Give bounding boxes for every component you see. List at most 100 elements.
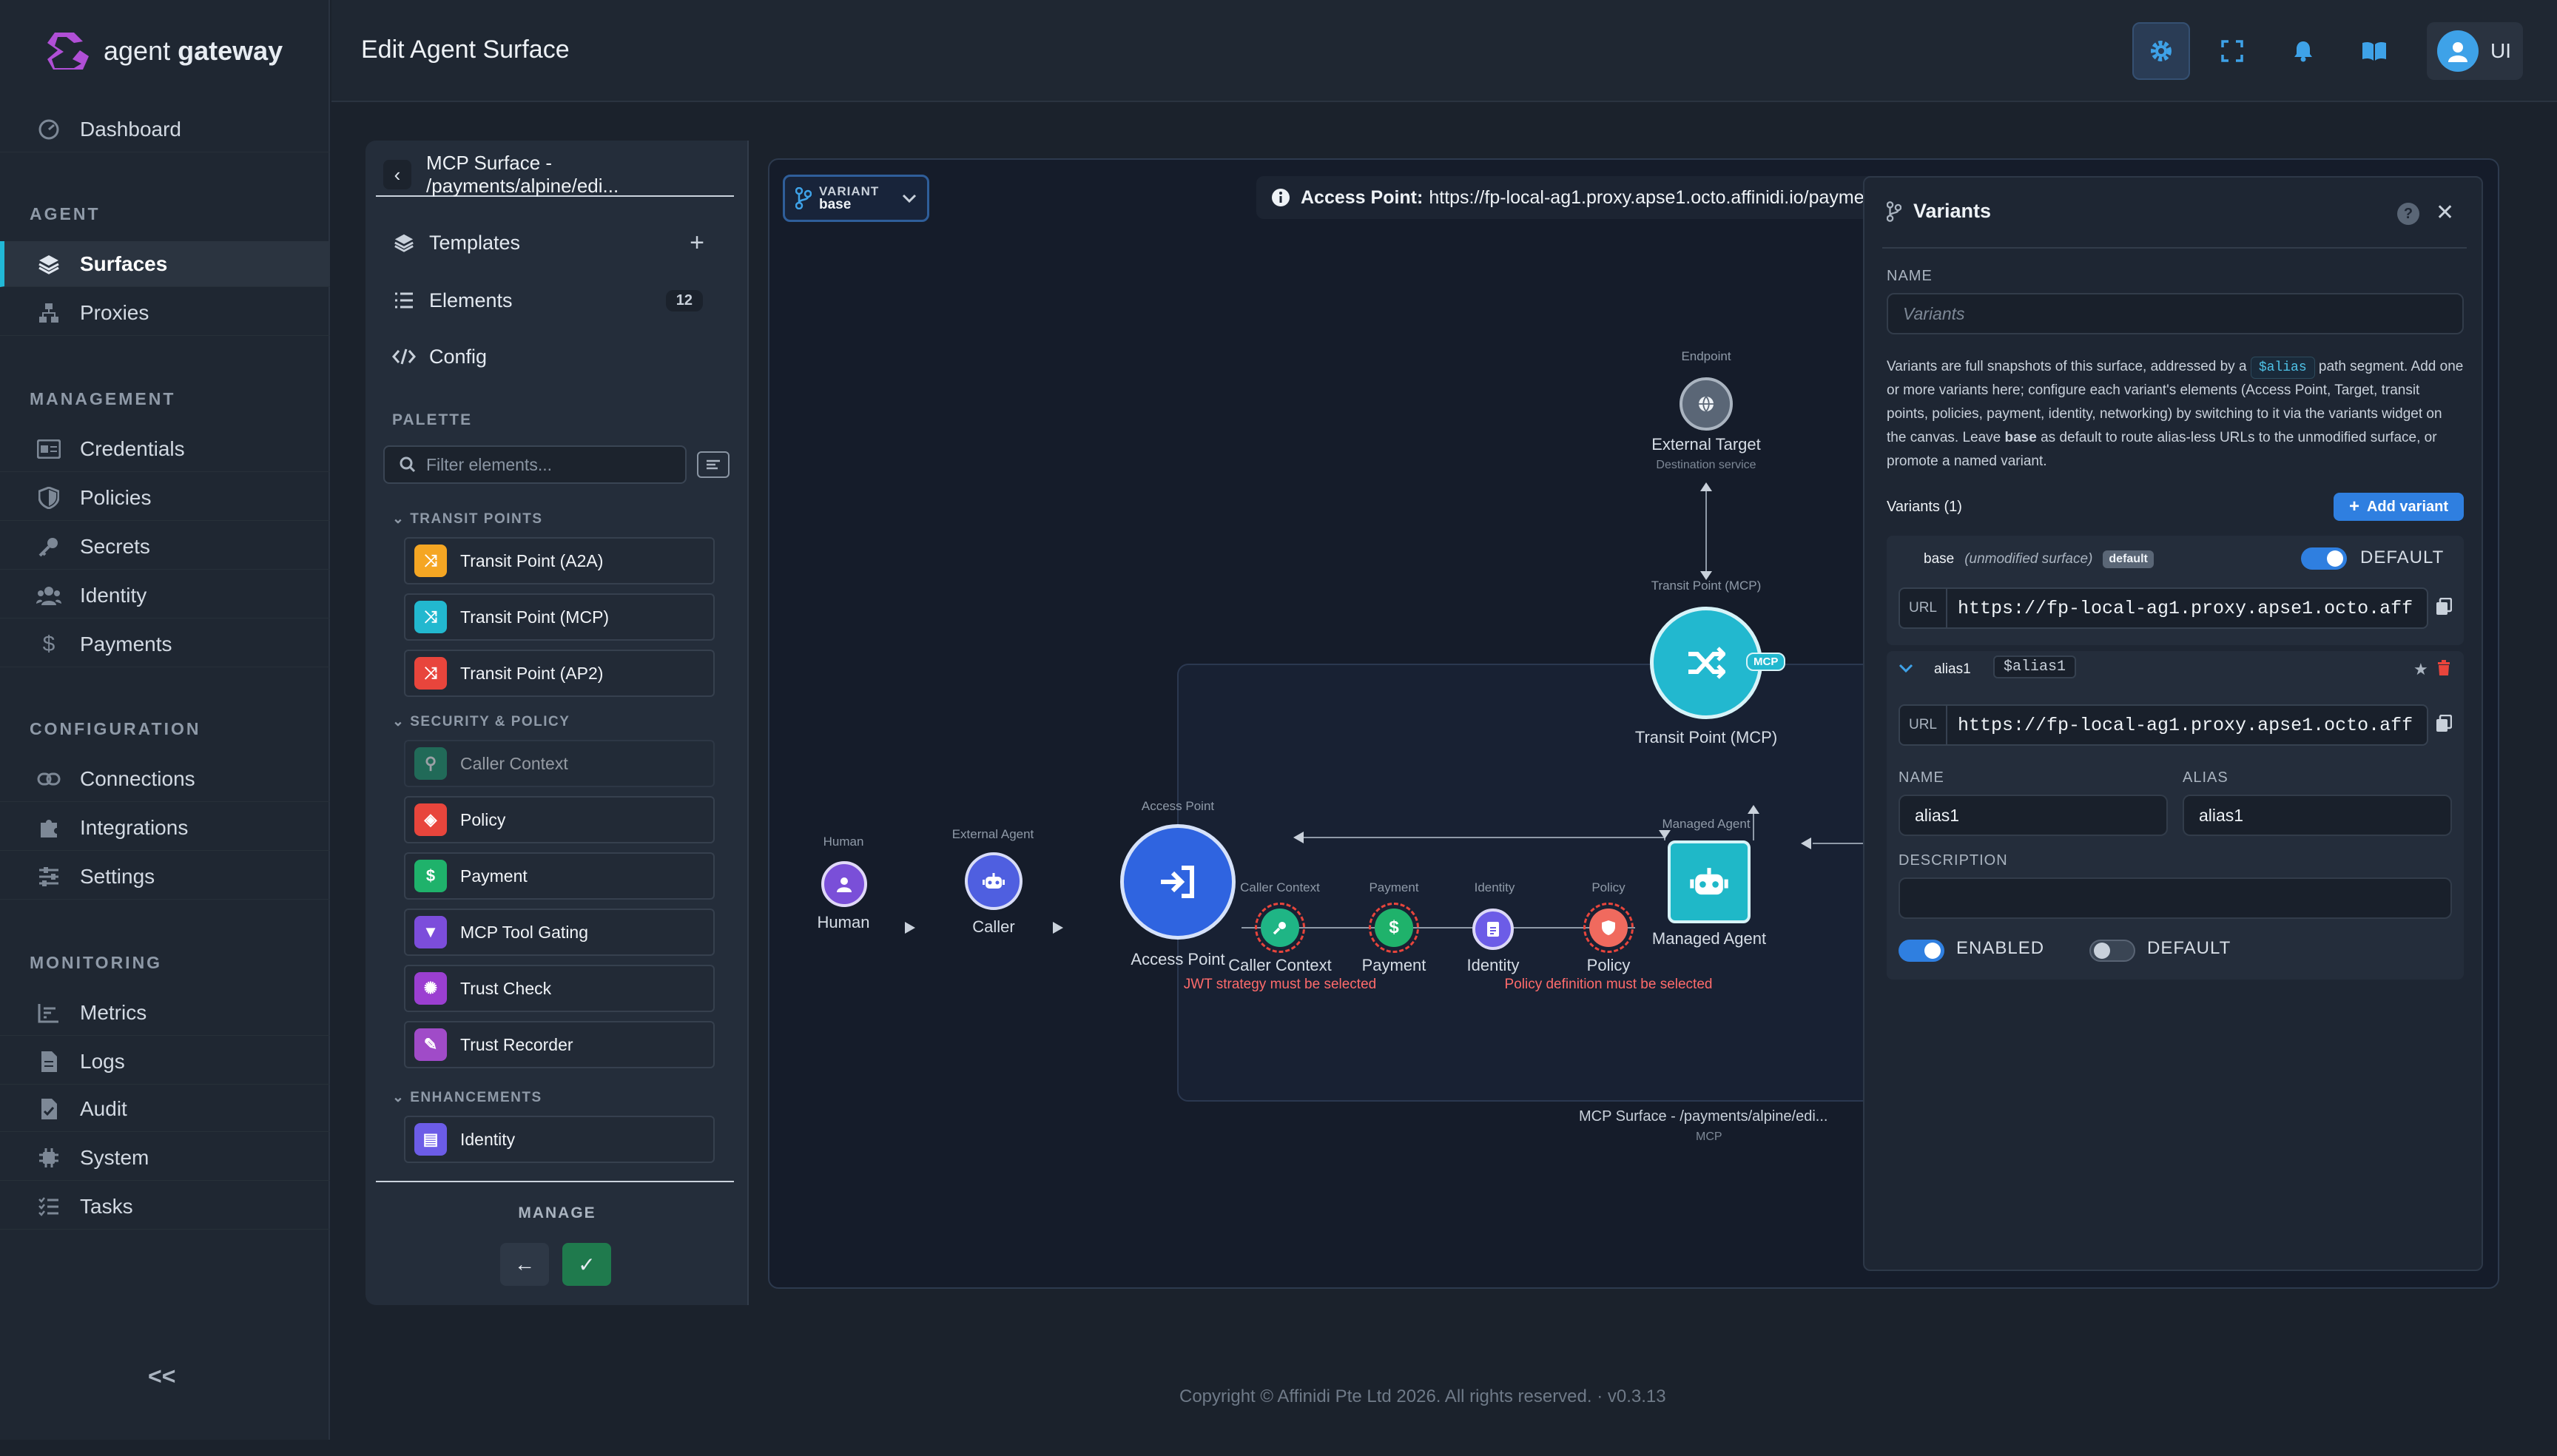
group-transit-points[interactable]: ⌄ TRANSIT POINTS	[392, 510, 543, 528]
variant-value: base	[819, 197, 852, 212]
shuffle-icon: ⤨	[414, 545, 447, 577]
nav-policies-label: Policies	[80, 485, 152, 509]
add-variant-button[interactable]: + Add variant	[2334, 493, 2464, 521]
palette-item-trust-check[interactable]: ✺ Trust Check	[404, 965, 715, 1012]
nav-dashboard[interactable]: Dashboard	[0, 107, 330, 152]
nav-policies[interactable]: Policies	[0, 475, 330, 521]
nav-connections[interactable]: Connections	[0, 756, 330, 802]
palette-item-identity[interactable]: ▤ Identity	[404, 1116, 715, 1163]
chevron-down-icon[interactable]	[1899, 663, 1913, 673]
badge-check-icon: ✺	[414, 972, 447, 1005]
node-external-target[interactable]	[1680, 377, 1733, 431]
url-label: URL	[1900, 706, 1947, 744]
variant-selector[interactable]: VARIANT base	[783, 175, 929, 222]
error-policy: Policy definition must be selected	[1504, 977, 1713, 992]
alias1-alias-input[interactable]	[2199, 805, 2450, 826]
sliders-icon	[36, 863, 62, 890]
fullscreen-button[interactable]	[2203, 22, 2261, 80]
variants-description: Variants are full snapshots of this surf…	[1887, 355, 2464, 473]
alias1-enabled-toggle[interactable]	[1899, 940, 1944, 962]
fullscreen-icon	[2221, 40, 2243, 62]
nav-connections-label: Connections	[80, 766, 195, 790]
user-menu[interactable]: UI	[2427, 22, 2523, 80]
alias1-name-input[interactable]	[1915, 805, 2166, 826]
nav-surfaces[interactable]: Surfaces	[0, 241, 330, 287]
palette-item-transit-a2a[interactable]: ⤨ Transit Point (A2A)	[404, 537, 715, 584]
palette-item-trust-recorder[interactable]: ✎ Trust Recorder	[404, 1021, 715, 1068]
group-security-policy[interactable]: ⌄ SECURITY & POLICY	[392, 713, 570, 730]
sidebar: agent gateway Dashboard AGENT Surfaces P…	[0, 0, 330, 1440]
id-badge-icon: ▤	[414, 1123, 447, 1156]
nav-metrics[interactable]: Metrics	[0, 990, 330, 1036]
alias1-alias-field[interactable]	[2183, 795, 2452, 836]
node-identity[interactable]	[1472, 909, 1514, 950]
filter-elements-input-wrap[interactable]	[383, 445, 687, 484]
config-row[interactable]: Config	[392, 334, 725, 379]
nav-surfaces-label: Surfaces	[80, 252, 168, 275]
add-template-button[interactable]: +	[690, 229, 704, 257]
filter-elements-input[interactable]	[426, 454, 678, 475]
base-url-field[interactable]: URL https://fp-local-ag1.proxy.apse1.oct…	[1899, 587, 2428, 629]
settings-toggle-button[interactable]	[2132, 22, 2190, 80]
base-default-toggle[interactable]	[2301, 547, 2347, 570]
copy-icon[interactable]	[2436, 715, 2452, 732]
palette-item-label: Transit Point (A2A)	[460, 550, 604, 570]
elements-row[interactable]: Elements 12	[392, 278, 725, 323]
alias1-url-field[interactable]: URL https://fp-local-ag1.proxy.apse1.oct…	[1899, 704, 2428, 746]
nav-payments[interactable]: $ Payments	[0, 621, 330, 667]
trash-icon[interactable]	[2437, 660, 2450, 676]
palette-item-payment[interactable]: $ Payment	[404, 852, 715, 900]
alias-code-tag: $alias	[2250, 357, 2315, 379]
nav-logs[interactable]: Logs	[0, 1039, 330, 1085]
nav-proxies[interactable]: Proxies	[0, 290, 330, 336]
templates-row[interactable]: Templates +	[392, 220, 725, 265]
nav-system[interactable]: System	[0, 1135, 330, 1181]
chip-icon	[36, 1145, 62, 1171]
nav-integrations[interactable]: Integrations	[0, 805, 330, 851]
node-caller-context[interactable]	[1255, 903, 1305, 953]
base-url-value: https://fp-local-ag1.proxy.apse1.octo.af…	[1958, 597, 2413, 619]
variants-name-input[interactable]	[1903, 303, 2462, 324]
notifications-button[interactable]	[2274, 22, 2332, 80]
node-human[interactable]	[821, 861, 867, 907]
collapse-sidebar-button[interactable]: <<	[148, 1363, 175, 1390]
manage-back-button[interactable]: ←	[500, 1243, 549, 1286]
node-sub-external-target: Destination service	[1656, 459, 1756, 471]
palette-item-transit-ap2[interactable]: ⤨ Transit Point (AP2)	[404, 650, 715, 697]
variant-base-note: (unmodified surface)	[1964, 551, 2093, 567]
star-icon[interactable]: ★	[2413, 660, 2428, 679]
nav-secrets[interactable]: Secrets	[0, 524, 330, 570]
palette-item-label: Policy	[460, 809, 506, 829]
node-payment[interactable]: $	[1369, 903, 1419, 953]
alias1-name-field[interactable]	[1899, 795, 2168, 836]
nav-identity[interactable]: Identity	[0, 573, 330, 619]
chevron-left-icon: ‹	[394, 163, 401, 186]
group-enhancements[interactable]: ⌄ ENHANCEMENTS	[392, 1089, 542, 1106]
variants-name-field[interactable]	[1887, 293, 2464, 334]
alias1-description-input[interactable]	[1915, 888, 2450, 909]
copy-icon[interactable]	[2436, 598, 2452, 616]
close-icon[interactable]: ✕	[2436, 200, 2454, 226]
node-caller[interactable]	[965, 852, 1023, 910]
alias1-description-field[interactable]	[1899, 877, 2452, 919]
nav-tasks[interactable]: Tasks	[0, 1184, 330, 1230]
manage-confirm-button[interactable]: ✓	[562, 1243, 611, 1286]
nav-settings[interactable]: Settings	[0, 854, 330, 900]
brand-logo-icon[interactable]	[44, 27, 92, 74]
filter-options-button[interactable]	[697, 451, 730, 478]
alias1-enabled-label: ENABLED	[1956, 938, 2045, 958]
palette-item-transit-mcp[interactable]: ⤨ Transit Point (MCP)	[404, 593, 715, 641]
alias1-default-toggle[interactable]	[2089, 940, 2135, 962]
nav-audit[interactable]: Audit	[0, 1086, 330, 1132]
back-button[interactable]: ‹	[383, 160, 412, 189]
chevron-down-icon	[902, 193, 917, 203]
docs-button[interactable]	[2345, 22, 2403, 80]
palette-item-mcp-tool-gating[interactable]: ▼ MCP Tool Gating	[404, 909, 715, 956]
help-icon[interactable]: ?	[2397, 203, 2419, 225]
palette-item-policy[interactable]: ◈ Policy	[404, 796, 715, 843]
palette-item-caller-context[interactable]: ⚲ Caller Context	[404, 740, 715, 787]
nav-proxies-label: Proxies	[80, 300, 149, 324]
node-managed-agent[interactable]	[1668, 840, 1751, 923]
nav-credentials[interactable]: Credentials	[0, 426, 330, 472]
node-name-transit: Transit Point (MCP)	[1634, 728, 1778, 746]
